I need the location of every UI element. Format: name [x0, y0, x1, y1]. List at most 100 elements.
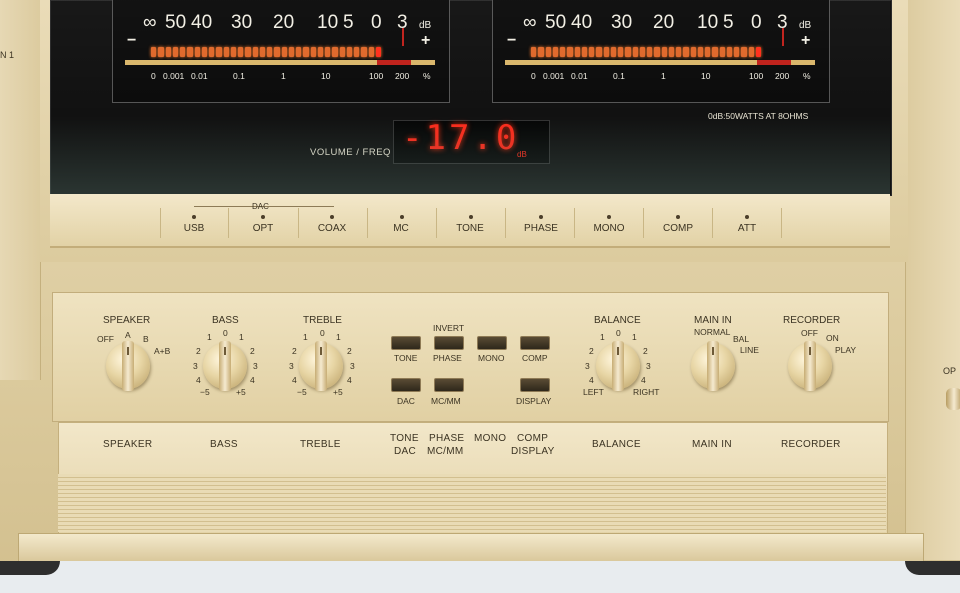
- pct-label: 10: [701, 71, 711, 81]
- flap-label-speaker: SPEAKER: [103, 439, 153, 450]
- indicator-usb: USB: [183, 223, 205, 234]
- indicator-led: [400, 215, 404, 219]
- treble-mark: 2: [347, 346, 352, 356]
- mcmm-button[interactable]: [434, 378, 464, 392]
- pct-label: 0.1: [613, 71, 625, 81]
- divider: [228, 208, 229, 238]
- treble-knob[interactable]: [299, 341, 343, 391]
- mcmm-button-label: MC/MM: [431, 396, 461, 406]
- speaker-title: SPEAKER: [103, 315, 151, 326]
- bass-knob[interactable]: [203, 341, 247, 391]
- flap-label-mono: MONO: [474, 433, 507, 444]
- percent-scale-bar: [125, 60, 435, 65]
- volume-unit: dB: [517, 150, 527, 159]
- balance-mark: 1: [632, 332, 637, 342]
- divider: [643, 208, 644, 238]
- balance-right-label: RIGHT: [633, 387, 660, 397]
- flap-label-tone: TONE: [390, 433, 419, 444]
- indicator-led: [745, 215, 749, 219]
- recorder-title: RECORDER: [783, 315, 841, 326]
- control-panel: [52, 292, 889, 422]
- display-button-label: DISPLAY: [516, 396, 552, 406]
- scale-label: 40: [191, 12, 213, 33]
- main-in-selector-knob[interactable]: [691, 341, 735, 391]
- recorder-selector-knob[interactable]: [788, 341, 832, 391]
- flap-label-balance: BALANCE: [592, 439, 641, 450]
- mono-button-label: MONO: [478, 353, 505, 363]
- db-unit: dB: [799, 20, 812, 31]
- flap-label-phase: PHASE: [429, 433, 465, 444]
- speaker-selector-knob[interactable]: [106, 341, 150, 391]
- volume-freq-label: VOLUME / FREQ: [310, 147, 391, 158]
- bass-mark: 4: [196, 375, 201, 385]
- side-knob[interactable]: [946, 388, 960, 410]
- treble-mark: −5: [297, 387, 307, 397]
- divider: [505, 208, 506, 238]
- divider: [160, 208, 161, 238]
- balance-knob[interactable]: [596, 341, 640, 391]
- recorder-play-label: PLAY: [835, 345, 857, 355]
- comp-button[interactable]: [520, 336, 550, 350]
- scale-label: 10: [697, 12, 719, 33]
- treble-mark: 4: [347, 375, 352, 385]
- indicator-strip: [50, 194, 890, 248]
- indicator-coax: COAX: [317, 223, 347, 234]
- treble-mark: +5: [333, 387, 343, 397]
- scale-label: ∞: [143, 12, 157, 33]
- divider: [436, 208, 437, 238]
- level-meter-right: ∞ 50 40 30 20 10 5 0 3 dB − + 0 0.001 0.…: [492, 0, 830, 103]
- tone-button[interactable]: [391, 336, 421, 350]
- treble-mark: 4: [292, 375, 297, 385]
- flap-label-display: DISPLAY: [511, 446, 555, 457]
- dac-button-label: DAC: [397, 396, 415, 406]
- main-in-title: MAIN IN: [694, 315, 732, 326]
- treble-mark: 0: [320, 328, 325, 338]
- flap-label-main-in: MAIN IN: [692, 439, 732, 450]
- level-meter-left: ∞ 50 40 30 20 10 5 0 3 dB − + 0 0.001 0.…: [112, 0, 450, 103]
- treble-title: TREBLE: [303, 315, 342, 326]
- indicator-led: [676, 215, 680, 219]
- treble-mark: 3: [350, 361, 355, 371]
- scale-label: 30: [231, 12, 253, 33]
- divider: [712, 208, 713, 238]
- rated-power-text: 0dB:50WATTS AT 8OHMS: [708, 111, 809, 121]
- zero-mark: [402, 28, 404, 46]
- main-in-bal-label: BAL: [733, 334, 750, 344]
- phase-button[interactable]: [434, 336, 464, 350]
- display-button[interactable]: [520, 378, 550, 392]
- indicator-led: [330, 215, 334, 219]
- flap-label-comp: COMP: [517, 433, 549, 444]
- divider: [574, 208, 575, 238]
- volume-value: -17.0: [402, 118, 520, 158]
- indicator-led: [261, 215, 265, 219]
- phase-button-label: PHASE: [433, 353, 462, 363]
- invert-label: INVERT: [433, 323, 465, 333]
- comp-button-label: COMP: [522, 353, 548, 363]
- scale-label: 10: [317, 12, 339, 33]
- dac-button[interactable]: [391, 378, 421, 392]
- indicator-led: [539, 215, 543, 219]
- scale-label: 20: [273, 12, 295, 33]
- flap-grooves: [58, 474, 886, 532]
- indicator-led: [469, 215, 473, 219]
- treble-mark: 1: [336, 332, 341, 342]
- bass-mark: 4: [250, 375, 255, 385]
- led-bar: [151, 47, 381, 57]
- bass-mark: 1: [207, 332, 212, 342]
- indicator-opt: OPT: [252, 223, 274, 234]
- main-in-line-label: LINE: [740, 345, 759, 355]
- scale-label: 30: [611, 12, 633, 33]
- indicator-phase: PHASE: [524, 223, 558, 234]
- treble-mark: 1: [303, 332, 308, 342]
- balance-mark: 3: [646, 361, 651, 371]
- balance-mark: 3: [585, 361, 590, 371]
- indicator-led: [192, 215, 196, 219]
- led-bar: [531, 47, 761, 57]
- pct-label: 0: [151, 71, 156, 81]
- db-unit: dB: [419, 20, 432, 31]
- scale-label: ∞: [523, 12, 537, 33]
- mono-button[interactable]: [477, 336, 507, 350]
- side-label-left: N 1: [0, 50, 15, 60]
- scale-label: 5: [723, 12, 734, 33]
- main-in-normal-label: NORMAL: [694, 327, 731, 337]
